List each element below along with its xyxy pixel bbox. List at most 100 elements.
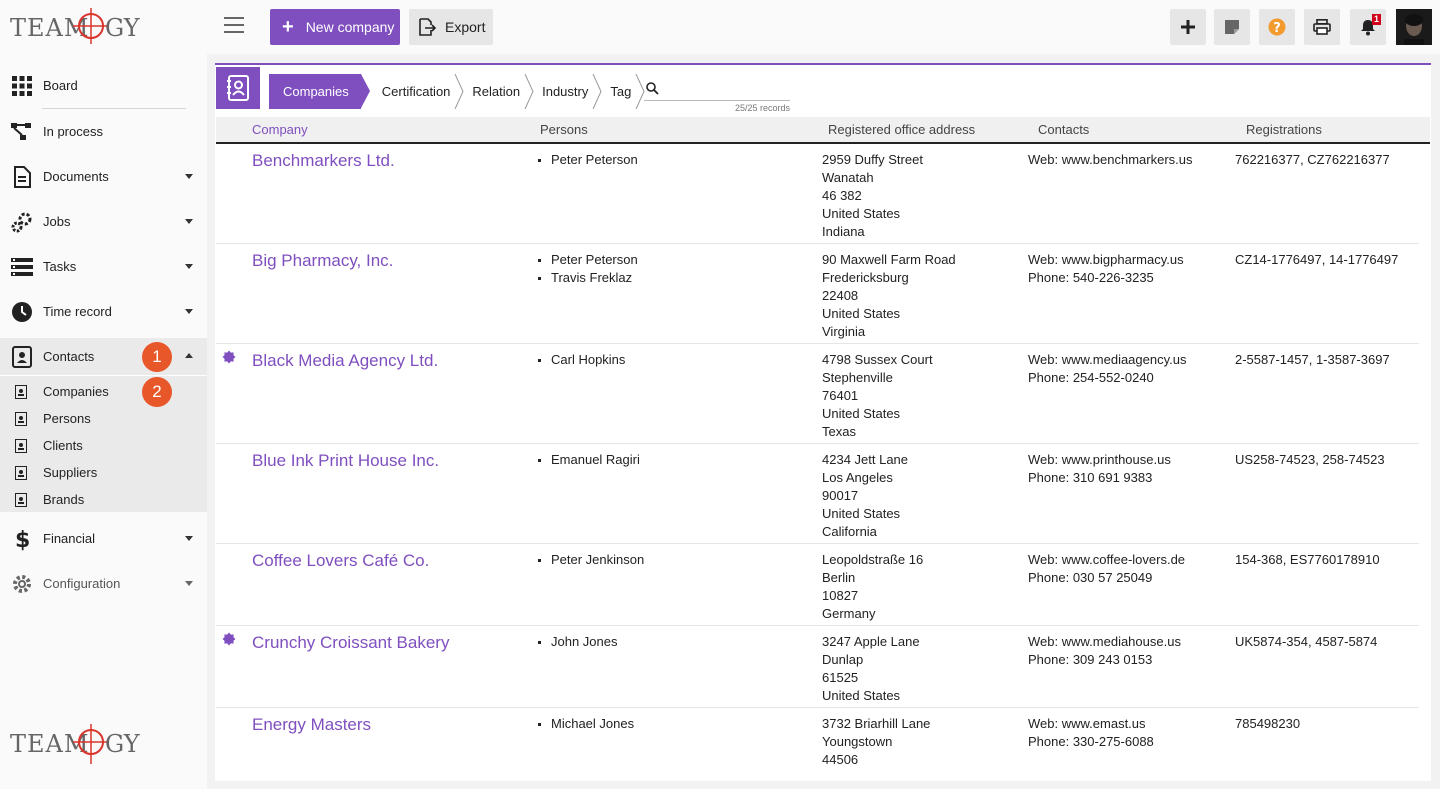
address-line: Wanatah [822, 170, 874, 185]
grid-icon [10, 74, 34, 98]
company-name-link[interactable]: Big Pharmacy, Inc. [252, 251, 393, 271]
new-company-button[interactable]: + New company [270, 9, 400, 45]
step-badge: 1 [142, 342, 172, 372]
address-line: 44506 [822, 752, 859, 767]
search-input[interactable] [664, 79, 788, 99]
sidebar-item-label: Jobs [43, 214, 71, 229]
address-line: United States [822, 306, 901, 321]
sidebar-item-contacts[interactable]: Contacts [0, 334, 207, 379]
sidebar-item-jobs[interactable]: Jobs [0, 199, 207, 244]
teamogy-logo[interactable]: TEAM GY [8, 6, 148, 46]
registrations-cell: US258-74523, 258-74523 [1235, 452, 1385, 467]
table-row[interactable]: Coffee Lovers Café Co. Peter Jenkinson Leo… [216, 544, 1419, 626]
company-name-link[interactable]: Coffee Lovers Café Co. [252, 551, 429, 571]
tab-companies[interactable]: Companies [269, 74, 370, 109]
notifications-button[interactable]: 1 [1350, 9, 1386, 45]
menu-icon[interactable] [224, 17, 244, 35]
table-row[interactable]: Crunchy Croissant Bakery John Jones 3247 A… [216, 626, 1419, 708]
sidebar-item-clients[interactable]: Clients [0, 432, 207, 459]
sticky-note-icon [1225, 20, 1239, 34]
contact-line: Phone: 030 57 25049 [1028, 570, 1153, 585]
note-button[interactable] [1214, 9, 1250, 45]
company-name-link[interactable]: Benchmarkers Ltd. [252, 151, 395, 171]
chevron-up-icon [185, 353, 193, 358]
contacts-icon [10, 345, 34, 369]
address-line: Texas [822, 424, 856, 439]
person-item: Michael Jones [536, 715, 634, 733]
table-row[interactable]: Energy Masters Michael Jones 3732 Briarhil… [216, 708, 1419, 780]
company-name-link[interactable]: Energy Masters [252, 715, 371, 735]
sidebar-item-in-process[interactable]: In process [0, 109, 207, 154]
address-line: Germany [822, 606, 876, 621]
sidebar-item-persons[interactable]: Persons [0, 405, 207, 432]
contact-line: Web: www.benchmarkers.us [1028, 152, 1193, 167]
column-header-registrations[interactable]: Registrations [1246, 122, 1322, 137]
address-line: 90017 [822, 488, 859, 503]
company-name-link[interactable]: Black Media Agency Ltd. [252, 351, 438, 371]
sidebar-item-label: Persons [43, 411, 91, 426]
column-header-persons[interactable]: Persons [540, 122, 588, 137]
tab-industry[interactable]: Industry [530, 74, 602, 109]
table-row[interactable]: Big Pharmacy, Inc. Peter Peterson Travis F… [216, 244, 1419, 344]
help-button[interactable]: ? [1259, 9, 1295, 45]
chevron-down-icon [185, 581, 193, 586]
sidebar-item-board[interactable]: Board [0, 63, 207, 108]
contact-line: Phone: 330-275-6088 [1028, 734, 1154, 749]
sidebar-item-label: Board [43, 78, 78, 93]
sidebar-item-suppliers[interactable]: Suppliers [0, 459, 207, 486]
gears-icon [10, 210, 34, 234]
table-row[interactable]: Black Media Agency Ltd. Carl Hopkins 4798 … [216, 344, 1419, 444]
office-address: 3732 Briarhill Lane Youngstown 44506 [822, 715, 930, 769]
chevron-down-icon [185, 309, 193, 314]
table-row[interactable]: Benchmarkers Ltd. Peter Peterson 2959 Duff… [216, 144, 1419, 244]
sidebar-item-documents[interactable]: Documents [0, 154, 207, 199]
registrations-cell: 154-368, ES7760178910 [1235, 552, 1380, 567]
company-name-link[interactable]: Crunchy Croissant Bakery [252, 633, 449, 653]
person-item: Peter Jenkinson [536, 551, 644, 569]
contact-line: Phone: 309 243 0153 [1028, 652, 1153, 667]
persons-list: Michael Jones [536, 715, 634, 733]
print-button[interactable] [1304, 9, 1340, 45]
contact-line: Phone: 540-226-3235 [1028, 270, 1154, 285]
tab-certification[interactable]: Certification [370, 74, 464, 109]
tasks-icon [10, 255, 34, 279]
registrations-cell: 2-5587-1457, 1-3587-3697 [1235, 352, 1390, 367]
office-address: 2959 Duffy Street Wanatah 46 382 United Sta… [822, 151, 923, 241]
sidebar-item-label: Documents [43, 169, 109, 184]
table-row[interactable]: Blue Ink Print House Inc. Emanuel Ragiri 4… [216, 444, 1419, 544]
column-header-address[interactable]: Registered office address [828, 122, 975, 137]
workflow-icon [10, 120, 34, 144]
tab-relation[interactable]: Relation [460, 74, 534, 109]
avatar[interactable] [1396, 9, 1432, 45]
persons-list: John Jones [536, 633, 618, 651]
office-address: 4798 Sussex Court Stephenville 76401 United… [822, 351, 933, 441]
company-name-link[interactable]: Blue Ink Print House Inc. [252, 451, 439, 471]
address-line: 61525 [822, 670, 859, 685]
table-header: Company Persons Registered office addres… [216, 117, 1430, 144]
person-item: Peter Peterson [536, 151, 638, 169]
registrations-cell: UK5874-354, 4587-5874 [1235, 634, 1378, 649]
address-line: Youngstown [822, 734, 893, 749]
export-button[interactable]: Export [409, 9, 493, 45]
contacts-cell: Web: www.bigpharmacy.us Phone: 540-226-32… [1028, 251, 1184, 287]
add-button[interactable] [1170, 9, 1206, 45]
sidebar-item-financial[interactable]: $ Financial [0, 516, 207, 561]
contact-line: Web: www.mediaagency.us [1028, 352, 1187, 367]
sidebar-item-label: In process [43, 124, 103, 139]
sidebar-item-companies[interactable]: Companies [0, 378, 207, 405]
tab-tag[interactable]: Tag [598, 74, 645, 109]
chevron-down-icon [185, 536, 193, 541]
persons-list: Emanuel Ragiri [536, 451, 640, 469]
persons-list: Peter Jenkinson [536, 551, 644, 569]
column-header-contacts[interactable]: Contacts [1038, 122, 1089, 137]
column-header-company[interactable]: Company [252, 122, 308, 137]
records-count: 25/25 records [734, 103, 790, 113]
sidebar-item-time-record[interactable]: Time record [0, 289, 207, 334]
address-line: 22408 [822, 288, 859, 303]
sidebar-item-brands[interactable]: Brands [0, 486, 207, 513]
contact-line: Web: www.coffee-lovers.de [1028, 552, 1186, 567]
sidebar-item-configuration[interactable]: Configuration [0, 561, 207, 606]
address-line: United States [822, 206, 901, 221]
address-line: 3732 Briarhill Lane [822, 716, 931, 731]
sidebar-item-tasks[interactable]: Tasks [0, 244, 207, 289]
